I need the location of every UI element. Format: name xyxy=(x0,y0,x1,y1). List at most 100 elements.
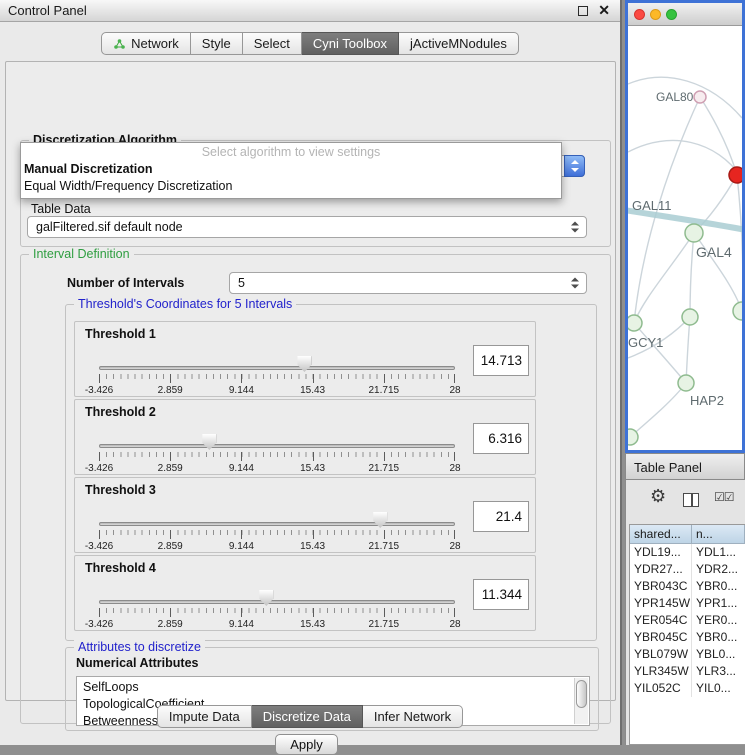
network-canvas[interactable]: GAL80GAL11GAL4GCY1HAP2 xyxy=(628,26,742,450)
slider-major-ticks xyxy=(99,374,455,383)
table-cell: YPR145W xyxy=(630,595,692,612)
tick-label: 28 xyxy=(449,385,460,396)
gear-icon[interactable]: ⚙ xyxy=(650,486,666,507)
network-edge[interactable] xyxy=(634,323,686,383)
tab-infer-network-label: Infer Network xyxy=(374,709,451,724)
slider-track[interactable] xyxy=(99,600,455,604)
close-traffic-light-icon[interactable] xyxy=(634,9,645,20)
tab-impute-data[interactable]: Impute Data xyxy=(157,705,252,728)
network-edge[interactable] xyxy=(686,317,690,383)
columns-icon[interactable] xyxy=(683,493,699,507)
threshold-value-field[interactable]: 14.713 xyxy=(473,345,529,376)
slider-track[interactable] xyxy=(99,444,455,448)
tick-label: 9.144 xyxy=(229,385,254,396)
tick-label: 28 xyxy=(449,619,460,630)
slider-tick-labels: -3.4262.8599.14415.4321.71528 xyxy=(99,541,455,552)
table-cell: YBL079W xyxy=(630,646,692,663)
tab-network[interactable]: Network xyxy=(101,32,191,55)
network-node-label: HAP2 xyxy=(690,393,724,408)
tab-discretize-data-label: Discretize Data xyxy=(263,709,351,724)
minimize-traffic-light-icon[interactable] xyxy=(650,9,661,20)
close-icon[interactable]: ✕ xyxy=(598,2,610,19)
tab-cyni-toolbox[interactable]: Cyni Toolbox xyxy=(302,32,399,55)
scrollbar-thumb[interactable] xyxy=(576,680,587,708)
threshold-1-row: Threshold 1 -3.4262.8599.14415.4321.7152… xyxy=(74,321,536,397)
thresholds-group: Threshold's Coordinates for 5 Intervals … xyxy=(65,304,597,641)
tick-label: 2.859 xyxy=(158,385,183,396)
group-title: Threshold's Coordinates for 5 Intervals xyxy=(74,297,296,311)
network-node[interactable] xyxy=(729,167,742,183)
zoom-traffic-light-icon[interactable] xyxy=(666,9,677,20)
combobox-arrows-icon[interactable] xyxy=(564,155,585,177)
threshold-2-row: Threshold 2 -3.4262.8599.14415.4321.7152… xyxy=(74,399,536,475)
table-cell: YPR1... xyxy=(692,595,745,612)
table-cell: YBR043C xyxy=(630,578,692,595)
network-edge[interactable] xyxy=(700,97,737,175)
network-edge[interactable] xyxy=(630,383,686,437)
network-edge[interactable] xyxy=(628,140,742,178)
network-node-label: GAL80 xyxy=(656,90,694,104)
window-title: Control Panel xyxy=(8,3,87,18)
tick-label: -3.426 xyxy=(85,463,113,474)
network-edge[interactable] xyxy=(690,233,694,317)
threshold-value-field[interactable]: 11.344 xyxy=(473,579,529,610)
network-node[interactable] xyxy=(733,302,742,320)
tab-infer-network[interactable]: Infer Network xyxy=(363,705,463,728)
table-row[interactable]: YER054CYER0... xyxy=(630,612,745,629)
network-node[interactable] xyxy=(678,375,694,391)
network-node[interactable] xyxy=(685,224,703,242)
table-row[interactable]: YDL19...YDL1... xyxy=(630,544,745,561)
column-header-name[interactable]: n... xyxy=(692,525,745,544)
table-header-row: shared... n... xyxy=(630,525,745,544)
algorithm-dropdown-popup: Select algorithm to view settings Manual… xyxy=(20,142,562,199)
tab-jactivemodules[interactable]: jActiveMNodules xyxy=(399,32,519,55)
group-title: Attributes to discretize xyxy=(74,640,205,654)
network-edge[interactable] xyxy=(634,233,694,323)
table-row[interactable]: YIL052CYIL0... xyxy=(630,680,745,697)
table-cell: YBR045C xyxy=(630,629,692,646)
network-node-label: GAL11 xyxy=(632,198,672,213)
slider-track[interactable] xyxy=(99,522,455,526)
table-row[interactable]: YPR145WYPR1... xyxy=(630,595,745,612)
table-row[interactable]: YDR27...YDR2... xyxy=(630,561,745,578)
cyni-toolbox-panel: Discretization Algorithm Table Data galF… xyxy=(5,61,616,701)
table-data-combobox[interactable]: galFiltered.sif default node xyxy=(27,216,587,238)
network-node[interactable] xyxy=(682,309,698,325)
control-panel-window: Control Panel ✕ Network Style Select Cyn… xyxy=(0,0,622,745)
float-window-icon[interactable] xyxy=(578,6,588,16)
network-node[interactable] xyxy=(628,429,638,445)
table-row[interactable]: YBR045CYBR0... xyxy=(630,629,745,646)
slider-track[interactable] xyxy=(99,366,455,370)
network-edge[interactable] xyxy=(737,175,742,311)
threshold-value-field[interactable]: 6.316 xyxy=(473,423,529,454)
threshold-slider[interactable]: -3.4262.8599.14415.4321.71528 xyxy=(99,400,455,476)
table-data-value: galFiltered.sif default node xyxy=(36,220,183,234)
dropdown-option-equal-width[interactable]: Equal Width/Frequency Discretization xyxy=(21,178,561,195)
list-item[interactable]: SelfLoops xyxy=(77,679,589,696)
dropdown-option-manual-discretization[interactable]: Manual Discretization xyxy=(21,161,561,178)
tick-label: 15.43 xyxy=(300,619,325,630)
network-node-label: GAL4 xyxy=(696,244,732,260)
network-node[interactable] xyxy=(694,91,706,103)
threshold-slider[interactable]: -3.4262.8599.14415.4321.71528 xyxy=(99,322,455,398)
tick-label: 2.859 xyxy=(158,619,183,630)
tab-discretize-data[interactable]: Discretize Data xyxy=(252,705,363,728)
threshold-slider[interactable]: -3.4262.8599.14415.4321.71528 xyxy=(99,556,455,632)
checkboxes-icon[interactable]: ☑☑ xyxy=(714,490,734,504)
table-row[interactable]: YBR043CYBR0... xyxy=(630,578,745,595)
table-row[interactable]: YLR345WYLR3... xyxy=(630,663,745,680)
threshold-value-field[interactable]: 21.4 xyxy=(473,501,529,532)
network-edge[interactable] xyxy=(628,210,742,230)
table-data-label: Table Data xyxy=(31,202,91,216)
table-cell: YLR3... xyxy=(692,663,745,680)
tick-label: 2.859 xyxy=(158,463,183,474)
dropdown-placeholder: Select algorithm to view settings xyxy=(21,143,561,161)
threshold-slider[interactable]: -3.4262.8599.14415.4321.71528 xyxy=(99,478,455,554)
column-header-shared-name[interactable]: shared... xyxy=(630,525,692,544)
tab-style[interactable]: Style xyxy=(191,32,243,55)
number-of-intervals-combobox[interactable]: 5 xyxy=(229,272,587,294)
network-node[interactable] xyxy=(628,315,642,331)
table-cell: YDL19... xyxy=(630,544,692,561)
table-row[interactable]: YBL079WYBL0... xyxy=(630,646,745,663)
tab-select[interactable]: Select xyxy=(243,32,302,55)
